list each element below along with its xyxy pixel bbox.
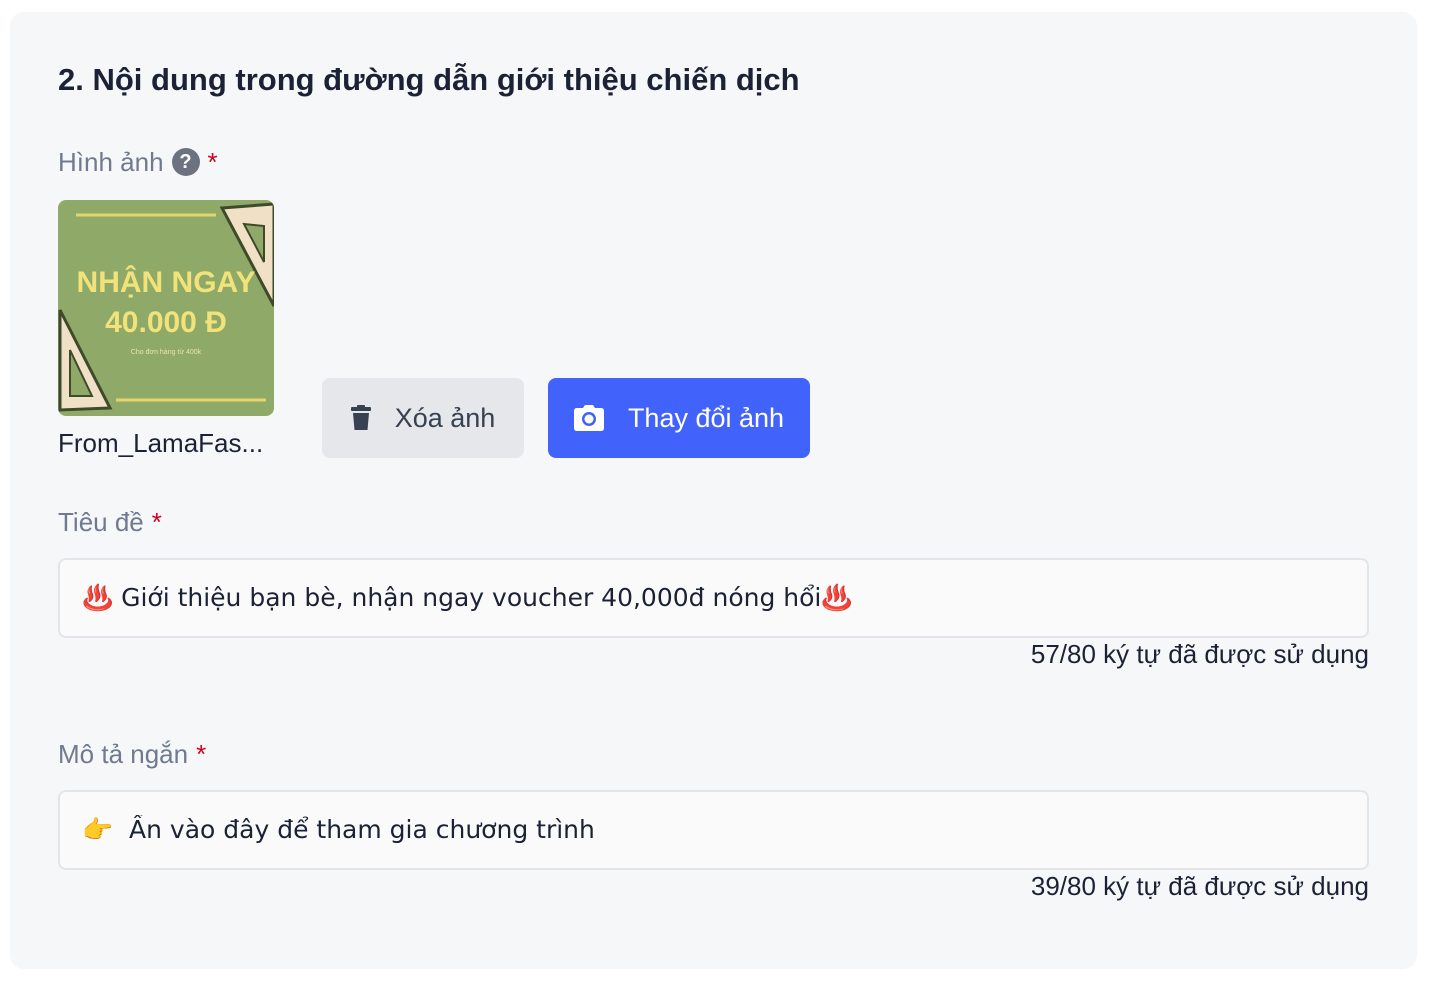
section-title: 2. Nội dung trong đường dẫn giới thiệu c… <box>58 62 800 97</box>
trash-icon <box>350 405 371 431</box>
required-mark: * <box>151 507 162 537</box>
description-char-counter: 39/80 ký tự đã được sử dụng <box>1030 871 1369 901</box>
image-label-text: Hình ảnh <box>58 147 164 177</box>
image-thumbnail[interactable]: NHẬN NGAY 40.000 Đ Cho đơn hàng từ 400k <box>58 200 274 416</box>
required-mark: * <box>207 147 218 177</box>
delete-image-label: Xóa ảnh <box>394 402 496 433</box>
thumbnail-line1: NHẬN NGAY <box>77 265 256 299</box>
thumbnail-caption: Cho đơn hàng từ 400k <box>131 349 202 356</box>
image-field-label: Hình ảnh ? * <box>58 146 218 178</box>
title-input[interactable] <box>58 558 1369 638</box>
thumbnail-line2: 40.000 Đ <box>105 306 227 339</box>
image-filename: From_LamaFas... <box>58 428 264 458</box>
delete-image-button[interactable]: Xóa ảnh <box>322 378 524 458</box>
required-mark: * <box>196 739 207 769</box>
thumbnail-graphic: NHẬN NGAY 40.000 Đ Cho đơn hàng từ 400k <box>58 200 274 416</box>
description-field-label: Mô tả ngắn * <box>58 738 206 770</box>
change-image-button[interactable]: Thay đổi ảnh <box>548 378 810 458</box>
title-char-counter: 57/80 ký tự đã được sử dụng <box>1030 639 1369 669</box>
change-image-label: Thay đổi ảnh <box>627 402 785 433</box>
description-label-text: Mô tả ngắn <box>58 739 189 769</box>
title-field-label: Tiêu đề * <box>58 506 162 538</box>
title-label-text: Tiêu đề <box>58 507 144 537</box>
camera-icon <box>573 405 604 431</box>
description-input[interactable] <box>58 790 1369 870</box>
help-icon[interactable]: ? <box>171 148 200 176</box>
content-card: 2. Nội dung trong đường dẫn giới thiệu c… <box>10 12 1417 969</box>
